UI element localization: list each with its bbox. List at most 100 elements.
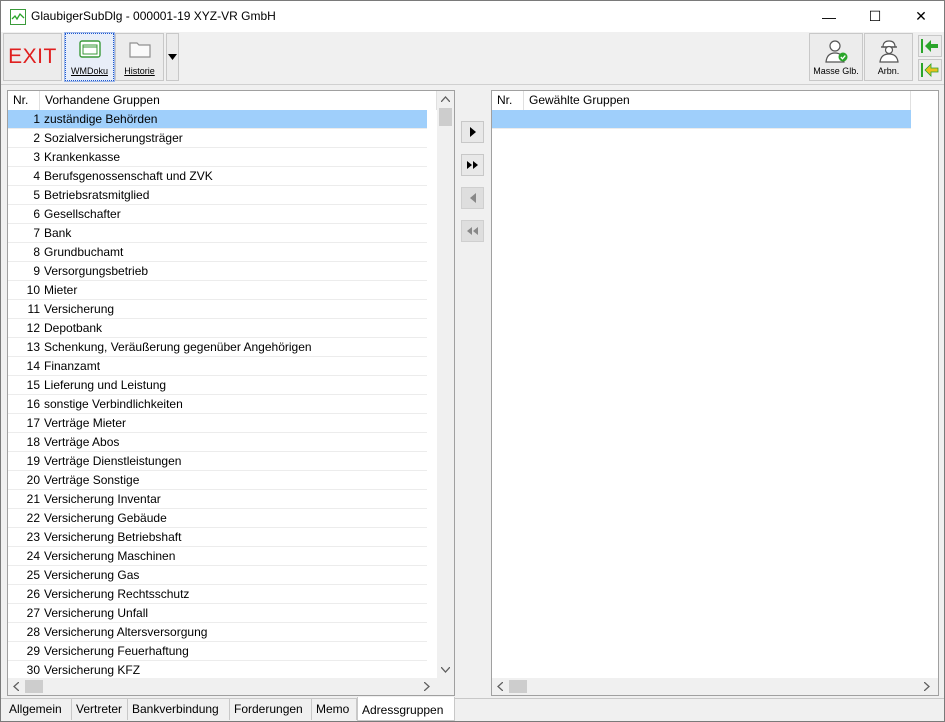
left-vertical-scroll-thumb[interactable]: [439, 108, 452, 126]
table-row[interactable]: 8 Grundbuchamt: [8, 243, 427, 262]
table-row[interactable]: 12 Depotbank: [8, 319, 427, 338]
toolbar-dropdown-button[interactable]: [166, 33, 179, 81]
remove-all-groups-button[interactable]: [461, 220, 484, 242]
table-row[interactable]: 18 Verträge Abos: [8, 433, 427, 452]
header-gewaehlte-gruppen[interactable]: Gewählte Gruppen: [524, 91, 911, 110]
table-row[interactable]: 29 Versicherung Feuerhaftung: [8, 642, 427, 661]
left-horizontal-scrollbar[interactable]: [8, 678, 437, 695]
row-group-name: Versicherung Altersversorgung: [44, 625, 208, 639]
table-row[interactable]: 23 Versicherung Betriebshaft: [8, 528, 427, 547]
title-bar[interactable]: GlaubigerSubDlg - 000001-19 XYZ-VR GmbH …: [1, 1, 944, 32]
table-row[interactable]: 10 Mieter: [8, 281, 427, 300]
scroll-left-icon[interactable]: [497, 682, 503, 691]
table-row[interactable]: 16 sonstige Verbindlichkeiten: [8, 395, 427, 414]
minimize-button[interactable]: —: [806, 1, 852, 32]
table-row[interactable]: 5 Betriebsratsmitglied: [8, 186, 427, 205]
add-group-button[interactable]: [461, 121, 484, 143]
arbn-button[interactable]: Arbn.: [864, 33, 913, 81]
row-group-name: Versicherung: [44, 302, 115, 316]
right-horizontal-scroll-thumb[interactable]: [509, 680, 527, 693]
table-row[interactable]: 21 Versicherung Inventar: [8, 490, 427, 509]
row-nr: 12: [26, 321, 40, 335]
scroll-right-icon[interactable]: [924, 682, 930, 691]
selected-groups-list[interactable]: Nr. Gewählte Gruppen: [491, 90, 939, 696]
table-row[interactable]: 4 Berufsgenossenschaft und ZVK: [8, 167, 427, 186]
table-row[interactable]: 9 Versorgungsbetrieb: [8, 262, 427, 281]
table-row[interactable]: 1 zuständige Behörden: [8, 110, 427, 129]
table-row[interactable]: 7 Bank: [8, 224, 427, 243]
scroll-right-icon[interactable]: [424, 682, 430, 691]
row-nr: 8: [33, 245, 40, 259]
row-group-name: Versicherung Unfall: [44, 606, 149, 620]
row-nr: 5: [33, 188, 40, 202]
table-row[interactable]: 27 Versicherung Unfall: [8, 604, 427, 623]
row-nr: 10: [26, 283, 40, 297]
header-vorhandene-gruppen[interactable]: Vorhandene Gruppen: [40, 91, 437, 110]
table-row[interactable]: 26 Versicherung Rechtsschutz: [8, 585, 427, 604]
masse-glb-button[interactable]: Masse Glb.: [809, 33, 863, 81]
row-group-name: Finanzamt: [44, 359, 101, 373]
tab-vertreter[interactable]: Vertreter: [72, 699, 128, 720]
available-groups-list[interactable]: Nr. Vorhandene Gruppen 1 zuständige Behör…: [7, 90, 455, 696]
row-group-name: Versicherung Betriebshaft: [44, 530, 182, 544]
double-triangle-left-icon: [466, 227, 478, 235]
table-row[interactable]: 28 Versicherung Altersversorgung: [8, 623, 427, 642]
row-nr: 29: [26, 644, 40, 658]
table-row[interactable]: 3 Krankenkasse: [8, 148, 427, 167]
historie-label: Historie: [124, 66, 155, 76]
row-nr: 11: [27, 302, 40, 316]
import-left-button[interactable]: [918, 35, 942, 57]
tab-bankverbindung[interactable]: Bankverbindung: [128, 699, 230, 720]
table-row[interactable]: 25 Versicherung Gas: [8, 566, 427, 585]
table-row[interactable]: 17 Verträge Mieter: [8, 414, 427, 433]
row-group-name: Grundbuchamt: [44, 245, 124, 259]
table-row[interactable]: 13 Schenkung, Veräußerung gegenüber Angeh…: [8, 338, 427, 357]
wmdoku-button[interactable]: WMDoku: [64, 32, 115, 82]
row-group-name: Verträge Dienstleistungen: [44, 454, 182, 468]
bottom-tab-bar: Allgemein Vertreter Bankverbindung Forderun…: [1, 697, 944, 721]
table-row[interactable]: 2 Sozialversicherungsträger: [8, 129, 427, 148]
arrow-left-yellow-icon: [921, 63, 939, 77]
row-nr: 21: [26, 492, 40, 506]
table-row[interactable]: 24 Versicherung Maschinen: [8, 547, 427, 566]
row-nr: 16: [26, 397, 40, 411]
row-group-name: Versicherung Maschinen: [44, 549, 176, 563]
tab-allgemein[interactable]: Allgemein: [5, 699, 72, 720]
tab-adressgruppen[interactable]: Adressgruppen: [357, 697, 455, 721]
table-row[interactable]: 19 Verträge Dienstleistungen: [8, 452, 427, 471]
scroll-up-icon[interactable]: [441, 96, 450, 102]
person-check-icon: [825, 40, 848, 63]
tab-memo[interactable]: Memo: [312, 699, 357, 720]
exit-button[interactable]: EXIT: [3, 33, 62, 81]
triangle-right-icon: [469, 127, 476, 137]
row-nr: 7: [33, 226, 40, 240]
scroll-down-icon[interactable]: [441, 667, 450, 673]
add-all-groups-button[interactable]: [461, 154, 484, 176]
left-vertical-scrollbar[interactable]: [437, 91, 454, 678]
row-nr: 13: [26, 340, 40, 354]
row-nr: 22: [26, 511, 40, 525]
row-nr: 24: [26, 549, 40, 563]
row-nr: 23: [26, 530, 40, 544]
maximize-button[interactable]: ☐: [852, 1, 898, 32]
scroll-left-icon[interactable]: [13, 682, 19, 691]
table-row[interactable]: 14 Finanzamt: [8, 357, 427, 376]
header-nr[interactable]: Nr.: [8, 91, 40, 110]
close-button[interactable]: ✕: [898, 1, 944, 32]
export-left-button[interactable]: [918, 59, 942, 81]
table-row[interactable]: 15 Lieferung und Leistung: [8, 376, 427, 395]
table-row[interactable]: 20 Verträge Sonstige: [8, 471, 427, 490]
remove-group-button[interactable]: [461, 187, 484, 209]
historie-button[interactable]: Historie: [115, 33, 164, 81]
header-nr-right[interactable]: Nr.: [492, 91, 524, 110]
row-group-name: zuständige Behörden: [44, 112, 158, 126]
window-title: GlaubigerSubDlg - 000001-19 XYZ-VR GmbH: [31, 9, 276, 23]
table-row[interactable]: 22 Versicherung Gebäude: [8, 509, 427, 528]
selected-groups-empty-row[interactable]: [492, 110, 911, 129]
table-row[interactable]: 11 Versicherung: [8, 300, 427, 319]
available-groups-header: Nr. Vorhandene Gruppen: [8, 91, 454, 110]
table-row[interactable]: 6 Gesellschafter: [8, 205, 427, 224]
left-horizontal-scroll-thumb[interactable]: [25, 680, 43, 693]
tab-forderungen[interactable]: Forderungen: [230, 699, 312, 720]
right-horizontal-scrollbar[interactable]: [492, 678, 938, 695]
